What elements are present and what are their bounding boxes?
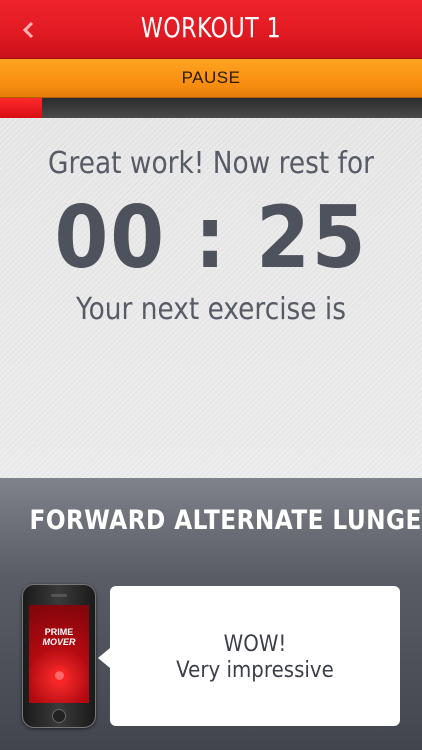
pause-label: PAUSE xyxy=(181,68,241,87)
glow-dot-icon xyxy=(55,671,64,680)
bubble-text-line-2: Very impressive xyxy=(176,658,334,683)
logo-line-1: PRIME xyxy=(44,627,74,637)
rest-message: Great work! Now rest for xyxy=(48,146,374,181)
workout-progress-bar xyxy=(0,98,422,118)
pause-button[interactable]: PAUSE xyxy=(0,59,422,98)
phone-speaker xyxy=(51,594,67,597)
page-title: WORKOUT 1 xyxy=(140,11,282,44)
next-exercise-label: Your next exercise is xyxy=(75,292,347,327)
prime-mover-logo: PRIME MOVER xyxy=(29,627,89,647)
exercise-panel: FORWARD ALTERNATE LUNGES PRIME MOVER WOW… xyxy=(0,478,422,750)
bubble-text-line-1: WOW! xyxy=(223,632,287,657)
bubble-tail xyxy=(98,648,110,668)
header-bar: WORKOUT 1 xyxy=(0,0,422,59)
speech-bubble: WOW! Very impressive xyxy=(98,586,400,726)
rest-timer: 00 : 25 xyxy=(54,188,368,288)
phone-screen: PRIME MOVER xyxy=(29,605,89,703)
rest-panel: Great work! Now rest for 00 : 25 Your ne… xyxy=(0,118,422,478)
exercise-name: FORWARD ALTERNATE LUNGES xyxy=(29,505,422,536)
home-button-icon xyxy=(52,709,66,723)
logo-line-2: MOVER xyxy=(42,637,76,647)
workout-progress-fill xyxy=(0,98,43,118)
phone-illustration: PRIME MOVER xyxy=(22,584,96,728)
